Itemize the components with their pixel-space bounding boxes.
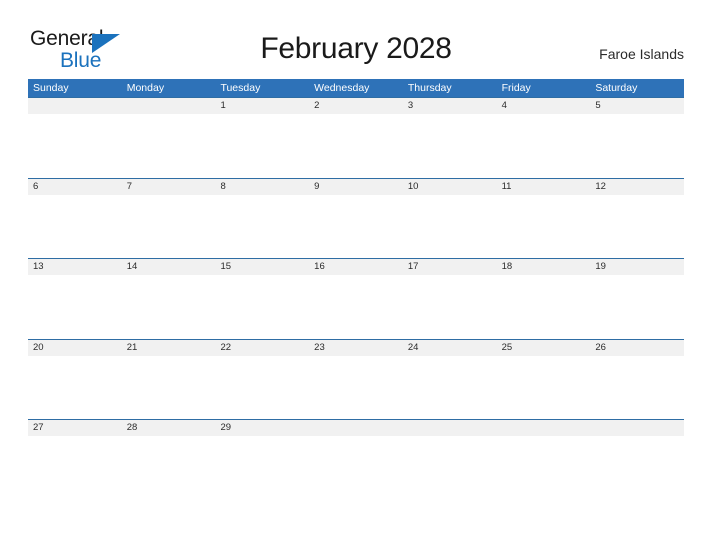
week-body [28, 114, 685, 177]
day-cell-body[interactable] [215, 194, 310, 258]
week-row: 20 21 22 23 24 25 26 [28, 338, 685, 419]
week-date-strip: 1 2 3 4 5 [28, 98, 684, 114]
region-label: Faroe Islands [599, 46, 684, 62]
calendar-page: General Blue February 2028 Faroe Islands… [0, 0, 712, 550]
day-cell-number[interactable]: 1 [215, 98, 309, 114]
day-cell-number[interactable]: 22 [215, 340, 309, 356]
week-body [28, 194, 685, 258]
day-cell-number[interactable] [28, 98, 122, 114]
day-cell-number[interactable]: 24 [403, 340, 497, 356]
day-cell-body[interactable] [590, 355, 685, 419]
day-cell-number[interactable]: 9 [309, 179, 403, 195]
week-row: 1 2 3 4 5 [28, 97, 685, 178]
week-date-strip: 27 28 29 [28, 420, 684, 436]
day-cell-body[interactable] [590, 114, 685, 177]
day-cell-body[interactable] [121, 355, 216, 419]
weekday-saturday: Saturday [595, 82, 638, 94]
day-cell-body[interactable] [309, 194, 403, 258]
day-cell-number[interactable]: 21 [122, 340, 216, 356]
day-cell-number[interactable]: 11 [497, 179, 591, 195]
day-cell-body[interactable] [215, 436, 310, 499]
day-cell-body[interactable] [496, 194, 591, 258]
weekday-wednesday: Wednesday [314, 82, 370, 94]
day-cell-body[interactable] [590, 194, 685, 258]
day-cell-number[interactable]: 23 [309, 340, 403, 356]
day-cell-body[interactable] [496, 114, 591, 177]
day-cell-number[interactable] [122, 98, 216, 114]
day-cell-number[interactable]: 28 [122, 420, 216, 436]
week-date-strip: 20 21 22 23 24 25 26 [28, 339, 684, 356]
day-cell-body[interactable] [121, 436, 216, 499]
day-cell-body[interactable] [28, 436, 122, 499]
weekday-sunday: Sunday [33, 82, 69, 94]
day-cell-number[interactable]: 7 [122, 179, 216, 195]
day-cell-number[interactable]: 4 [497, 98, 591, 114]
day-cell-body[interactable] [121, 275, 216, 338]
week-date-strip: 6 7 8 9 10 11 12 [28, 178, 684, 195]
day-cell-number[interactable] [309, 420, 403, 436]
day-cell-number[interactable]: 25 [497, 340, 591, 356]
day-cell-number[interactable]: 12 [590, 179, 684, 195]
week-body [28, 436, 685, 499]
day-cell-body[interactable] [496, 355, 591, 419]
day-cell-number[interactable]: 14 [122, 259, 216, 275]
day-cell-body[interactable] [402, 355, 497, 419]
weekday-monday: Monday [126, 82, 165, 94]
weekday-header-row: Sunday Monday Tuesday Wednesday Thursday… [28, 79, 684, 97]
day-cell-body[interactable] [215, 114, 310, 177]
week-body [28, 275, 685, 338]
day-cell-number[interactable] [497, 420, 591, 436]
day-cell-number[interactable]: 6 [28, 179, 122, 195]
day-cell-number[interactable]: 10 [403, 179, 497, 195]
weekday-tuesday: Tuesday [220, 82, 261, 94]
day-cell-number[interactable]: 13 [28, 259, 122, 275]
day-cell-number[interactable]: 20 [28, 340, 122, 356]
day-cell-body[interactable] [590, 275, 685, 338]
day-cell-number[interactable]: 2 [309, 98, 403, 114]
day-cell-body[interactable] [402, 194, 497, 258]
week-date-strip: 13 14 15 16 17 18 19 [28, 259, 684, 275]
weekday-friday: Friday [501, 82, 531, 94]
week-row: 27 28 29 [28, 419, 685, 500]
day-cell-body[interactable] [402, 114, 497, 177]
day-cell-number[interactable] [590, 420, 684, 436]
week-body [28, 355, 685, 419]
day-cell-body[interactable] [28, 194, 122, 258]
day-cell-body[interactable] [309, 355, 403, 419]
day-cell-body[interactable] [28, 114, 122, 177]
day-cell-body[interactable] [402, 275, 497, 338]
day-cell-body[interactable] [402, 436, 497, 499]
week-row: 6 7 8 9 10 11 12 [28, 177, 685, 258]
day-cell-number[interactable] [403, 420, 497, 436]
day-cell-number[interactable]: 27 [28, 420, 122, 436]
day-cell-number[interactable]: 29 [215, 420, 309, 436]
day-cell-body[interactable] [309, 275, 403, 338]
calendar-grid: Sunday Monday Tuesday Wednesday Thursday… [28, 79, 685, 500]
day-cell-number[interactable]: 5 [590, 98, 684, 114]
day-cell-body[interactable] [121, 114, 216, 177]
week-row: 13 14 15 16 17 18 19 [28, 258, 685, 339]
page-header: General Blue February 2028 Faroe Islands [0, 0, 712, 78]
day-cell-body[interactable] [121, 194, 216, 258]
day-cell-body[interactable] [309, 114, 403, 177]
day-cell-number[interactable]: 18 [497, 259, 591, 275]
day-cell-body[interactable] [496, 275, 591, 338]
day-cell-number[interactable]: 19 [590, 259, 684, 275]
day-cell-number[interactable]: 8 [215, 179, 309, 195]
day-cell-body[interactable] [28, 355, 122, 419]
day-cell-body[interactable] [590, 436, 685, 499]
day-cell-number[interactable]: 26 [590, 340, 684, 356]
day-cell-body[interactable] [496, 436, 591, 499]
day-cell-number[interactable]: 3 [403, 98, 497, 114]
weekday-thursday: Thursday [407, 82, 452, 94]
day-cell-body[interactable] [215, 355, 310, 419]
day-cell-body[interactable] [215, 275, 310, 338]
day-cell-body[interactable] [309, 436, 403, 499]
day-cell-number[interactable]: 16 [309, 259, 403, 275]
day-cell-number[interactable]: 17 [403, 259, 497, 275]
day-cell-number[interactable]: 15 [215, 259, 309, 275]
day-cell-body[interactable] [28, 275, 122, 338]
